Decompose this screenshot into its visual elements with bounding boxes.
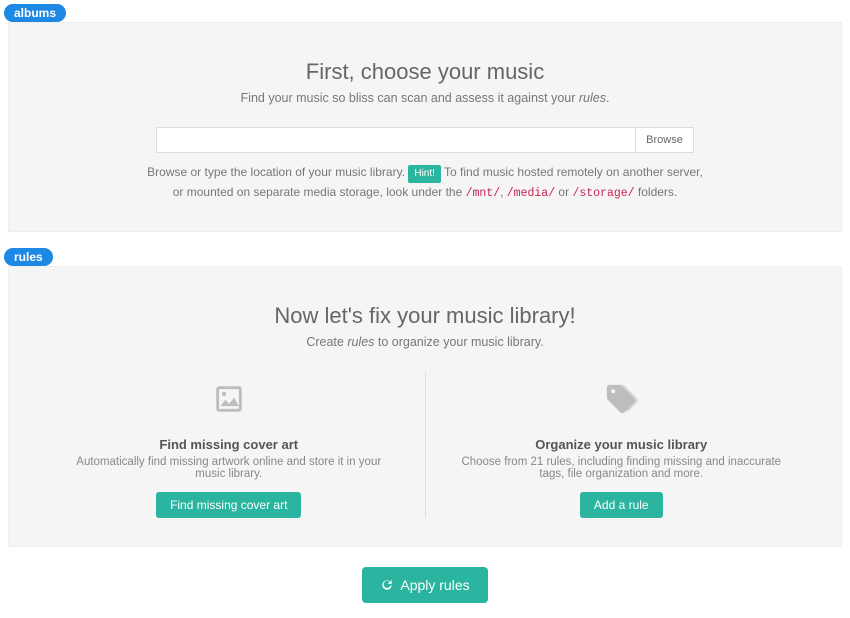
cover-art-column: Find missing cover art Automatically fin… — [33, 371, 425, 518]
rules-tag: rules — [4, 248, 53, 266]
albums-subtitle: Find your music so bliss can scan and as… — [33, 91, 817, 105]
add-rule-button[interactable]: Add a rule — [580, 492, 663, 518]
cover-art-desc: Automatically find missing artwork onlin… — [61, 456, 397, 480]
path-media: /media/ — [507, 187, 555, 200]
organize-desc: Choose from 21 rules, including finding … — [454, 456, 790, 480]
path-mnt: /mnt/ — [466, 187, 501, 200]
albums-panel: First, choose your music Find your music… — [8, 22, 842, 232]
music-path-input[interactable] — [156, 127, 636, 153]
apply-rules-button[interactable]: Apply rules — [362, 567, 487, 603]
apply-rules-label: Apply rules — [400, 577, 469, 593]
organize-heading: Organize your music library — [454, 437, 790, 452]
apply-row: Apply rules — [0, 559, 850, 618]
image-icon — [61, 375, 397, 423]
albums-title: First, choose your music — [33, 59, 817, 85]
browse-button[interactable]: Browse — [636, 127, 694, 153]
albums-tag: albums — [4, 4, 66, 22]
organize-column: Organize your music library Choose from … — [425, 371, 818, 518]
refresh-icon — [380, 578, 394, 592]
path-input-row: Browse — [33, 127, 817, 153]
rules-panel: Now let's fix your music library! Create… — [8, 266, 842, 547]
cover-art-heading: Find missing cover art — [61, 437, 397, 452]
tags-icon — [454, 375, 790, 423]
rules-subtitle: Create rules to organize your music libr… — [33, 335, 817, 349]
hint-badge: Hint! — [408, 165, 441, 183]
find-cover-art-button[interactable]: Find missing cover art — [156, 492, 301, 518]
path-storage: /storage/ — [572, 187, 634, 200]
rules-title: Now let's fix your music library! — [33, 303, 817, 329]
hint-text: Browse or type the location of your musi… — [145, 163, 705, 203]
